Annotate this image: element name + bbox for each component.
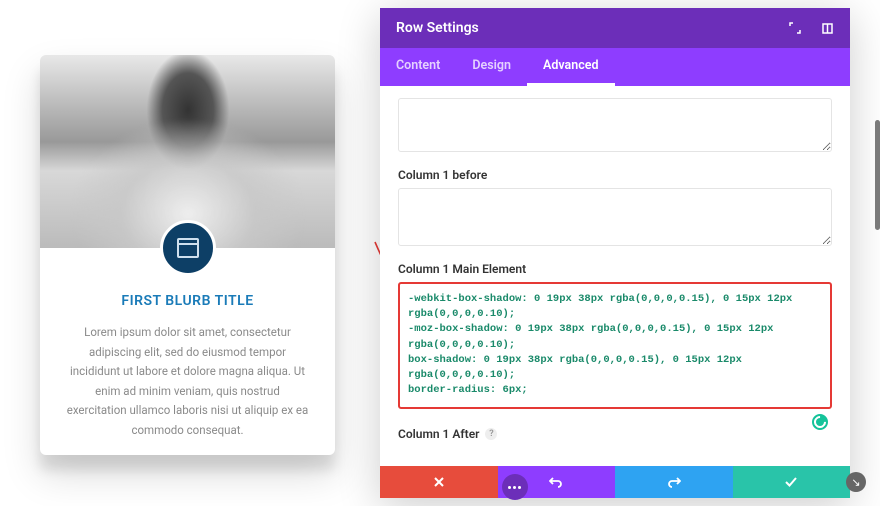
panel-body[interactable]: Column 1 before Column 1 Main Element -w…: [380, 86, 850, 466]
before-label: Column 1 before: [398, 168, 832, 182]
help-icon[interactable]: ?: [485, 428, 497, 440]
card-body: FIRST BLURB TITLE Lorem ipsum dolor sit …: [40, 248, 335, 464]
save-button[interactable]: [733, 466, 851, 498]
tab-content[interactable]: Content: [380, 48, 456, 86]
more-options-badge[interactable]: [502, 474, 528, 500]
main-label: Column 1 Main Element: [398, 262, 832, 276]
column-before-textarea[interactable]: [398, 188, 832, 246]
after-label: Column 1 After ?: [398, 427, 832, 441]
tab-advanced[interactable]: Advanced: [527, 48, 615, 86]
css-textarea-prev[interactable]: [398, 98, 832, 152]
redo-button[interactable]: [615, 466, 733, 498]
blurb-card: FIRST BLURB TITLE Lorem ipsum dolor sit …: [40, 55, 335, 455]
cancel-button[interactable]: [380, 466, 498, 498]
window-icon: [160, 220, 216, 276]
tab-design[interactable]: Design: [456, 48, 527, 86]
page-scrollbar[interactable]: [875, 120, 880, 230]
grammarly-icon[interactable]: [812, 414, 828, 430]
card-text: Lorem ipsum dolor sit amet, consectetur …: [64, 323, 311, 440]
floating-help-icon[interactable]: ↘: [846, 472, 866, 492]
row-settings-panel: Row Settings Content Design Advanced Col…: [380, 8, 850, 498]
tabs: Content Design Advanced: [380, 48, 850, 86]
collapse-icon[interactable]: [820, 21, 834, 35]
card-title: FIRST BLURB TITLE: [64, 293, 311, 309]
footer-actions: [380, 466, 850, 498]
panel-header: Row Settings: [380, 8, 850, 48]
panel-title: Row Settings: [396, 20, 479, 36]
expand-icon[interactable]: [788, 21, 802, 35]
column-main-textarea[interactable]: -webkit-box-shadow: 0 19px 38px rgba(0,0…: [398, 282, 832, 409]
